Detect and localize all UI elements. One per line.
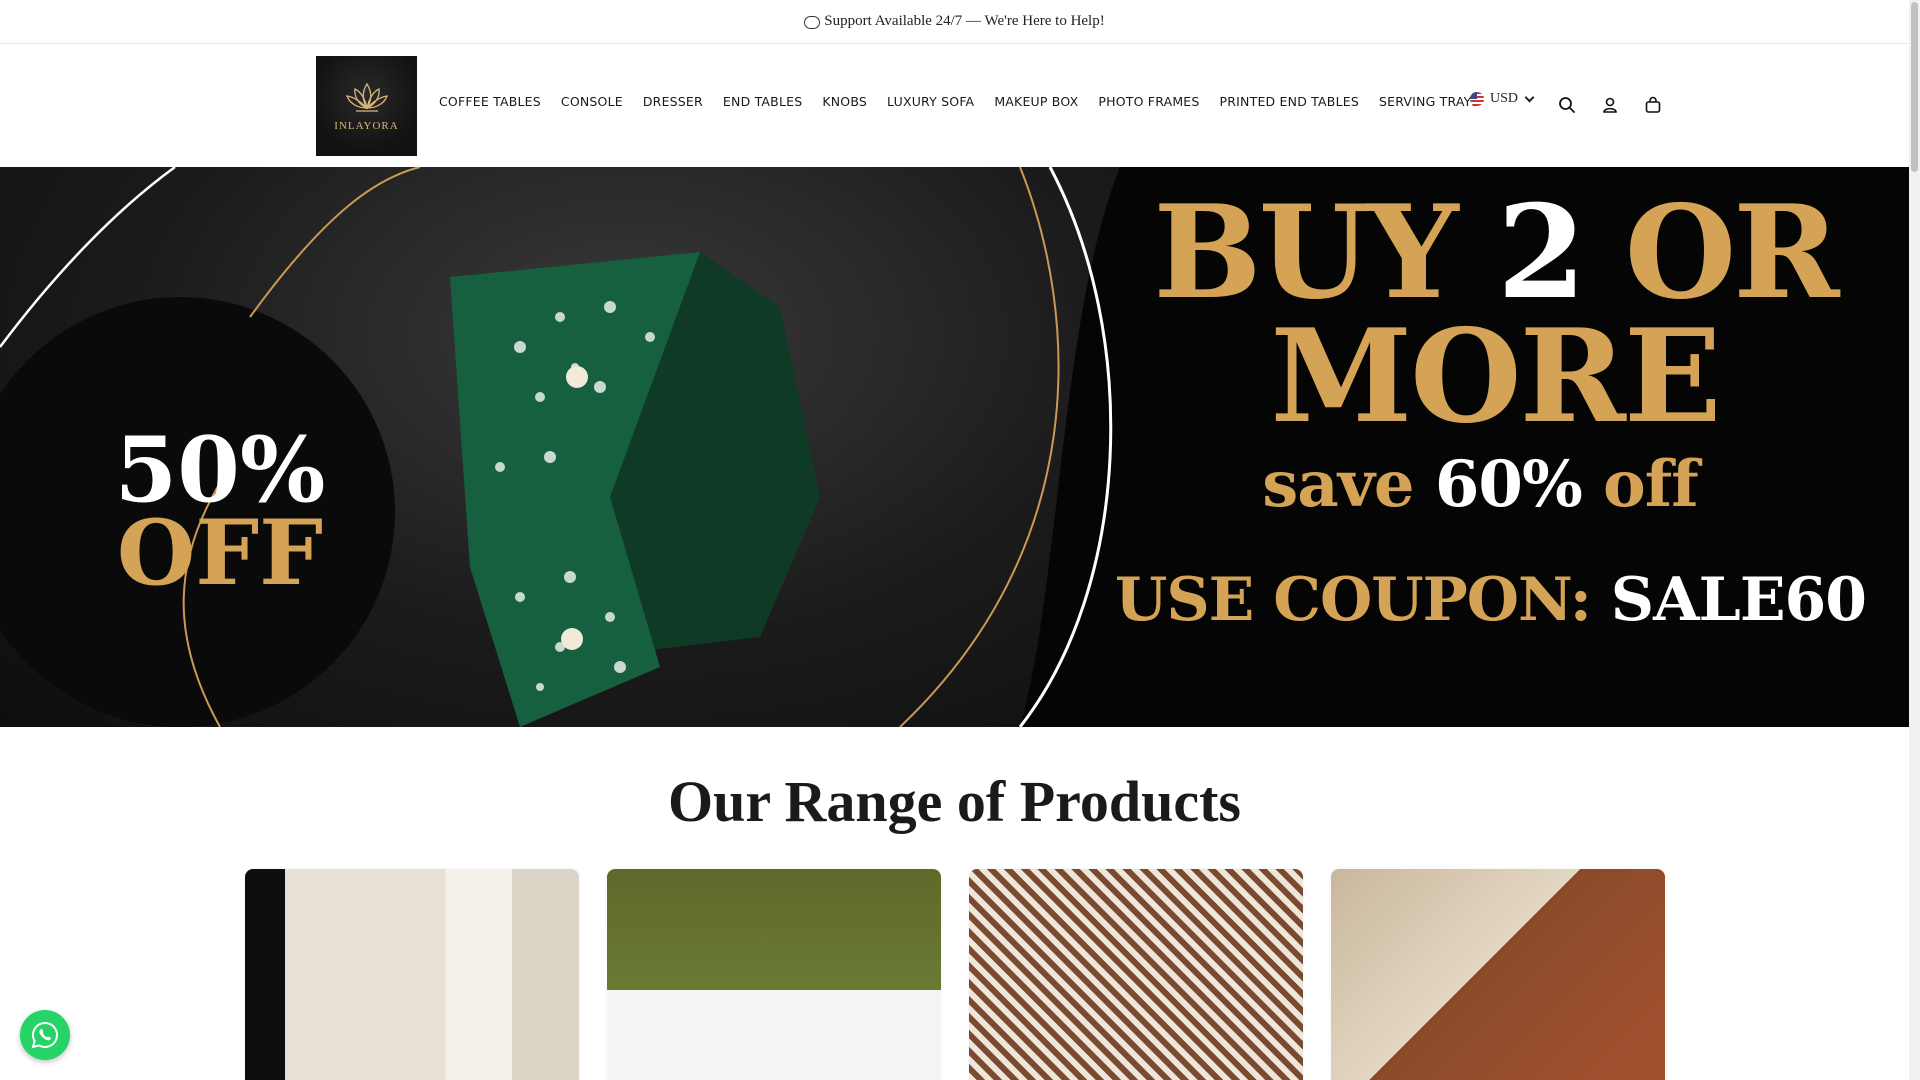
page-scrollbar[interactable] (1909, 0, 1920, 1080)
nav-coffee-tables[interactable]: COFFEE TABLES (429, 94, 551, 109)
sale-off: OFF (116, 499, 324, 606)
whatsapp-chat-button[interactable] (20, 1010, 70, 1060)
save-60-off-text: save 60% off (1240, 447, 1720, 522)
announcement-text: Support Available 24/7 — We're Here to H… (824, 13, 1105, 29)
coupon-label: USE COUPON: (1115, 565, 1611, 635)
currency-label: USD (1490, 91, 1519, 106)
scrollbar-thumb[interactable] (1911, 2, 1918, 172)
product-grid (245, 869, 1665, 1080)
product-card-sofa[interactable] (607, 869, 941, 1080)
nav-makeup-box[interactable]: MAKEUP BOX (984, 94, 1088, 109)
main-nav: COFFEE TABLES CONSOLE DRESSER END TABLES… (429, 94, 1490, 109)
us-flag-icon (1470, 92, 1484, 106)
lotus-logo-icon (345, 82, 388, 112)
nav-dresser[interactable]: DRESSER (633, 94, 713, 109)
chevron-down-icon (1524, 92, 1535, 102)
coupon-code: SALE60 (1610, 565, 1867, 635)
buy-2-or-more-text: BUY 2 OR MORE (1115, 189, 1875, 452)
nav-console[interactable]: CONSOLE (551, 94, 633, 109)
nav-end-tables[interactable]: END TABLES (713, 94, 812, 109)
save-text-c: off (1581, 447, 1699, 522)
save-text-a: save (1262, 447, 1435, 522)
announcement-bar: Support Available 24/7 — We're Here to H… (0, 0, 1909, 44)
site-header: INLAYORA COFFEE TABLES CONSOLE DRESSER E… (0, 45, 1909, 166)
currency-selector[interactable]: USD (1470, 91, 1535, 107)
product-card-dresser[interactable] (969, 869, 1303, 1080)
whatsapp-icon (31, 1021, 58, 1049)
chat-bubble-icon (804, 16, 821, 29)
buy-text-more: MORE (1270, 302, 1721, 452)
cart-icon[interactable] (1642, 94, 1664, 116)
search-icon[interactable] (1556, 94, 1578, 116)
products-section-title: Our Range of Products (667, 769, 1242, 834)
logo-text: INLAYORA (334, 120, 399, 132)
nav-printed-end-tables[interactable]: PRINTED END TABLES (1210, 94, 1369, 109)
store-logo[interactable]: INLAYORA (316, 56, 417, 156)
nav-luxury-sofa[interactable]: LUXURY SOFA (877, 94, 984, 109)
hero-banner[interactable]: 50% OFF BUY 2 OR MORE save 60% off USE C… (0, 167, 1909, 727)
sale-50-off-text: 50% OFF (110, 425, 330, 606)
nav-knobs[interactable]: KNOBS (812, 94, 877, 109)
save-text-b: 60% (1434, 447, 1583, 522)
nav-photo-frames[interactable]: PHOTO FRAMES (1088, 94, 1209, 109)
account-icon[interactable] (1599, 94, 1621, 116)
coupon-text: USE COUPON: SALE60 (1115, 565, 1867, 635)
product-card-photo-frame[interactable] (1331, 869, 1665, 1080)
product-card-console[interactable] (245, 869, 579, 1080)
